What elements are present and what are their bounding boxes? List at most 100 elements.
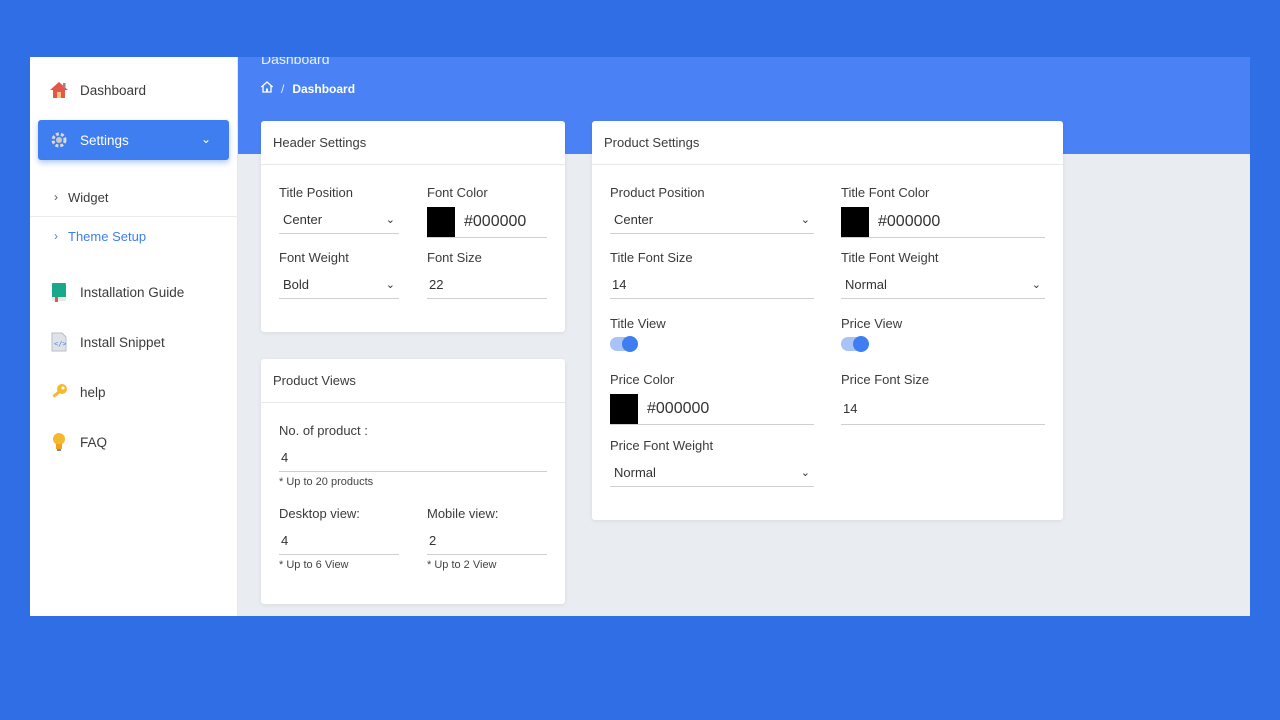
- svg-text:</>: </>: [54, 340, 67, 348]
- price-font-weight-field: Price Font Weight Normal ⌄: [610, 438, 814, 487]
- no-of-product-input[interactable]: 4: [279, 444, 547, 472]
- select-value: Center: [614, 212, 654, 227]
- title-font-weight-select[interactable]: Normal ⌄: [841, 271, 1045, 299]
- chevron-right-icon: ›: [54, 190, 58, 204]
- price-color-field: Price Color #000000: [610, 372, 814, 425]
- sidebar: Dashboard Settings ⌄ › Widget › Theme Se…: [30, 57, 238, 616]
- color-value: #000000: [878, 212, 941, 230]
- field-hint: * Up to 2 View: [427, 559, 497, 571]
- home-icon: [48, 79, 70, 101]
- field-label: Title Font Weight: [841, 250, 939, 265]
- field-label: Desktop view:: [279, 506, 360, 521]
- title-view-toggle[interactable]: [610, 336, 638, 352]
- font-weight-field: Font Weight Bold ⌄: [279, 250, 399, 299]
- sidebar-item-install-snippet[interactable]: </> Install Snippet: [30, 322, 238, 362]
- sidebar-item-dashboard[interactable]: Dashboard: [30, 70, 238, 110]
- select-value: Normal: [614, 465, 656, 480]
- select-value: Normal: [845, 277, 887, 292]
- mobile-view-field: Mobile view: 2 * Up to 2 View: [427, 506, 547, 571]
- price-font-size-field: Price Font Size 14: [841, 372, 1045, 425]
- chevron-down-icon: ⌄: [200, 132, 211, 146]
- field-hint: * Up to 20 products: [279, 476, 374, 488]
- chevron-down-icon: ⌄: [385, 214, 395, 226]
- field-label: Price Color: [610, 372, 675, 387]
- field-label: Product Position: [610, 185, 705, 200]
- sidebar-item-label: Settings: [80, 132, 129, 148]
- card-title: Header Settings: [261, 121, 565, 165]
- breadcrumb-separator: /: [281, 81, 285, 96]
- sidebar-item-installation-guide[interactable]: Installation Guide: [30, 272, 238, 312]
- no-of-product-field: No. of product : 4 * Up to 20 products: [279, 423, 547, 488]
- color-swatch[interactable]: [841, 206, 869, 237]
- font-color-field: Font Color #000000: [427, 185, 547, 238]
- field-label: Title View: [610, 316, 666, 331]
- breadcrumb: / Dashboard: [260, 81, 356, 96]
- chevron-right-icon: ›: [54, 229, 58, 243]
- sidebar-item-label: help: [80, 384, 106, 400]
- sidebar-item-label: Dashboard: [80, 82, 147, 98]
- field-label: Font Color: [427, 185, 488, 200]
- title-font-size-input[interactable]: 14: [610, 271, 814, 299]
- price-color-input[interactable]: #000000: [610, 393, 814, 425]
- font-color-input[interactable]: #000000: [427, 206, 547, 238]
- sidebar-item-label: Install Snippet: [80, 334, 165, 350]
- product-position-select[interactable]: Center ⌄: [610, 206, 814, 234]
- chevron-down-icon: ⌄: [385, 279, 395, 291]
- title-font-color-input[interactable]: #000000: [841, 206, 1045, 238]
- field-label: No. of product :: [279, 423, 368, 438]
- font-weight-select[interactable]: Bold ⌄: [279, 271, 399, 299]
- title-font-weight-field: Title Font Weight Normal ⌄: [841, 250, 1045, 299]
- field-label: Font Size: [427, 250, 482, 265]
- sidebar-subitem-label: Theme Setup: [68, 228, 147, 244]
- home-icon[interactable]: [260, 81, 274, 96]
- mobile-view-input[interactable]: 2: [427, 527, 547, 555]
- title-font-size-field: Title Font Size 14: [610, 250, 814, 299]
- code-file-icon: </>: [48, 331, 70, 353]
- field-label: Price View: [841, 316, 903, 331]
- title-position-select[interactable]: Center ⌄: [279, 206, 399, 234]
- app-window: Dashboard Settings ⌄ › Widget › Theme Se…: [30, 57, 1250, 616]
- field-label: Title Position: [279, 185, 353, 200]
- field-label: Mobile view:: [427, 506, 499, 521]
- lightbulb-icon: [48, 431, 70, 453]
- sidebar-item-settings[interactable]: Settings ⌄: [38, 120, 229, 160]
- select-value: Center: [283, 212, 323, 227]
- key-icon: [48, 381, 70, 403]
- toggle-knob: [622, 336, 638, 352]
- color-swatch[interactable]: [610, 393, 638, 424]
- sidebar-item-help[interactable]: help: [30, 372, 238, 412]
- select-value: Bold: [283, 277, 310, 292]
- field-label: Price Font Size: [841, 372, 930, 387]
- chevron-down-icon: ⌄: [800, 214, 810, 226]
- font-size-field: Font Size 22: [427, 250, 547, 299]
- sidebar-subitem-widget[interactable]: › Widget: [30, 179, 238, 215]
- title-position-field: Title Position Center ⌄: [279, 185, 399, 234]
- header-settings-card: Header Settings Title Position Center ⌄ …: [261, 121, 565, 332]
- card-title: Product Settings: [592, 121, 1063, 165]
- price-font-weight-select[interactable]: Normal ⌄: [610, 459, 814, 487]
- price-view-field: Price View: [841, 316, 1045, 352]
- sidebar-subitem-theme-setup[interactable]: › Theme Setup: [30, 218, 238, 254]
- breadcrumb-current: Dashboard: [292, 81, 356, 96]
- chevron-down-icon: ⌄: [800, 467, 810, 479]
- divider: [30, 216, 238, 217]
- price-view-toggle[interactable]: [841, 336, 869, 352]
- page-title: Dashboard: [261, 57, 330, 67]
- field-label: Font Weight: [279, 250, 349, 265]
- title-font-color-field: Title Font Color #000000: [841, 185, 1045, 238]
- book-icon: [48, 281, 70, 303]
- card-title: Product Views: [261, 359, 565, 403]
- desktop-view-field: Desktop view: 4 * Up to 6 View: [279, 506, 399, 571]
- product-position-field: Product Position Center ⌄: [610, 185, 814, 234]
- font-size-input[interactable]: 22: [427, 271, 547, 299]
- color-swatch[interactable]: [427, 206, 455, 237]
- field-label: Title Font Size: [610, 250, 693, 265]
- chevron-down-icon: ⌄: [1031, 279, 1041, 291]
- sidebar-item-faq[interactable]: FAQ: [30, 422, 238, 462]
- sidebar-item-label: Installation Guide: [80, 284, 185, 300]
- title-view-field: Title View: [610, 316, 814, 352]
- desktop-view-input[interactable]: 4: [279, 527, 399, 555]
- price-font-size-input[interactable]: 14: [841, 393, 1045, 425]
- field-label: Price Font Weight: [610, 438, 714, 453]
- sidebar-item-label: FAQ: [80, 434, 108, 450]
